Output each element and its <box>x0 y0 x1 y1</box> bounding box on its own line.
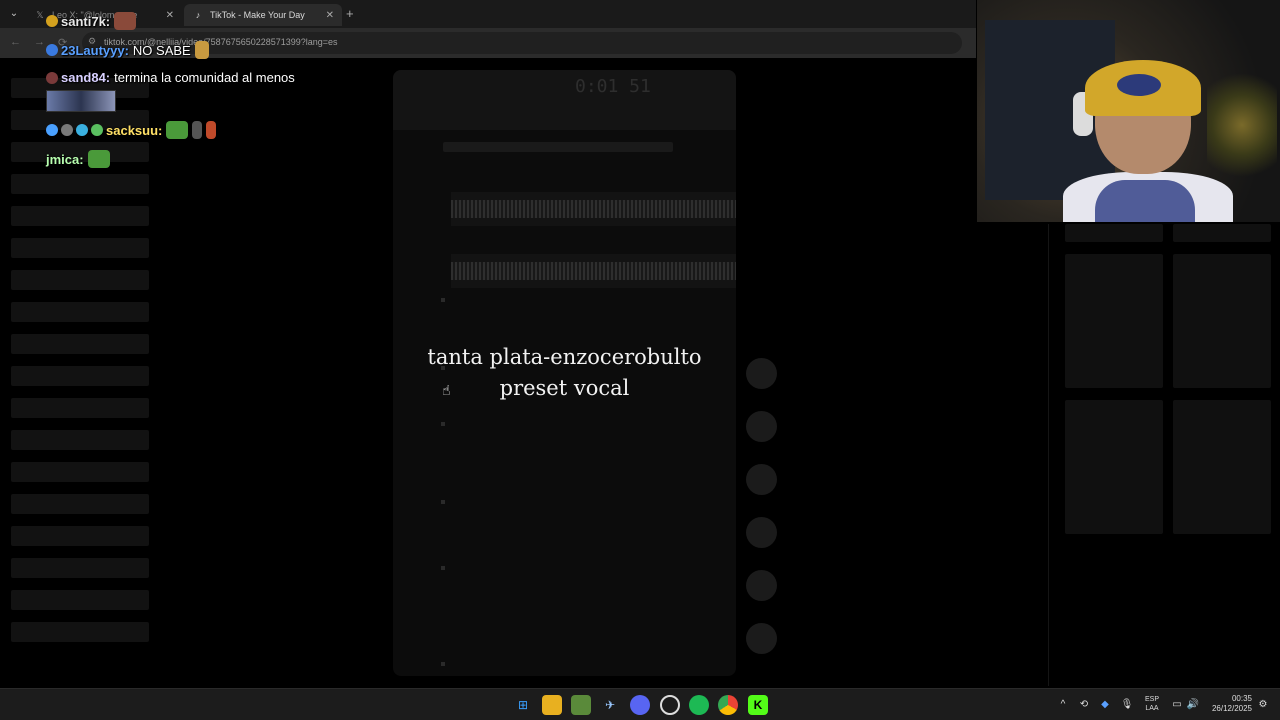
skeleton-row <box>11 526 149 546</box>
chat-username: jmica: <box>46 151 84 167</box>
notification-icon[interactable]: ⚙ <box>1256 698 1270 712</box>
badge-icon <box>46 15 58 27</box>
daw-toolbar: 0:01 51 <box>393 70 736 130</box>
chat-username: sand84: <box>61 70 111 85</box>
skeleton-row <box>11 558 149 578</box>
language-code: ESP <box>1144 696 1159 703</box>
video-player[interactable]: 0:01 51 tanta plata-enzocerobulto preset… <box>393 70 736 676</box>
caption-line-1: tanta plata-enzocerobulto <box>427 345 702 369</box>
badge-icon <box>46 71 58 84</box>
spotify-icon[interactable] <box>689 695 709 715</box>
badge-icon <box>91 124 103 136</box>
windows-start-icon[interactable]: ⊞ <box>513 695 533 715</box>
language-indicator[interactable]: ESP LAA <box>1140 695 1164 713</box>
sync-icon[interactable]: ⟲ <box>1077 698 1091 712</box>
chat-username: sacksuu: <box>106 122 163 138</box>
badge-icon <box>46 44 58 56</box>
stream-chat-overlay: santi7k: 23Lautyyy: NO SABE sand84: term… <box>0 0 360 180</box>
skeleton-row <box>11 238 149 258</box>
skeleton-row <box>11 622 149 642</box>
shield-icon[interactable]: ◆ <box>1098 698 1112 712</box>
skeleton-row <box>11 334 149 354</box>
chat-message: santi7k: <box>46 12 137 30</box>
time: 00:35 <box>1231 694 1252 703</box>
skeleton-row <box>11 430 149 450</box>
emote-icon <box>206 121 217 139</box>
chat-message: sand84: termina la comunidad al menos <box>46 70 295 85</box>
chevron-up-icon[interactable]: ^ <box>1056 698 1070 712</box>
skeleton-row <box>11 462 149 482</box>
clock[interactable]: 00:35 26/12/2025 <box>1204 694 1252 714</box>
comment-button[interactable] <box>746 411 777 442</box>
chat-text: NO SABE <box>132 42 191 58</box>
kick-icon[interactable]: K <box>748 695 768 715</box>
chat-username: santi7k: <box>61 13 111 29</box>
audio-track-1 <box>451 192 736 226</box>
volume-icon[interactable]: 🔊 <box>1186 698 1200 712</box>
steam-icon[interactable]: ✈ <box>600 695 620 715</box>
chat-message: jmica: <box>46 150 110 168</box>
share-button[interactable] <box>746 517 777 548</box>
waveform <box>451 200 736 218</box>
jersey-trim <box>1095 180 1195 222</box>
skeleton-row <box>11 590 149 610</box>
badge-icon <box>76 124 88 136</box>
emote-image <box>46 90 116 112</box>
music-button[interactable] <box>746 623 777 654</box>
track-marker <box>441 298 445 302</box>
date: 26/12/2025 <box>1211 704 1252 713</box>
network-icon[interactable]: ▭ <box>1170 698 1184 712</box>
pepe-emote-icon <box>87 150 110 168</box>
track-marker <box>441 500 445 504</box>
layout-code: LAA <box>1145 705 1159 712</box>
christmas-tree-lights <box>1207 60 1277 190</box>
emote-icon <box>114 12 137 30</box>
skeleton-cell <box>1173 400 1271 534</box>
video-action-buttons <box>746 358 778 676</box>
beanie-logo <box>1117 74 1161 96</box>
emote-icon <box>192 121 203 139</box>
windows-taskbar: ⊞ ✈ K ^ ⟲ ◆ 🎙 ESP LAA ▭ 🔊 00:35 26/12/20… <box>0 688 1280 720</box>
pepe-emote-icon <box>166 121 189 139</box>
obs-icon[interactable] <box>660 695 680 715</box>
chat-username: 23Lautyyy: <box>61 42 129 58</box>
divider <box>1048 224 1049 686</box>
chat-message: 23Lautyyy: NO SABE <box>46 41 209 59</box>
microphone-icon[interactable]: 🎙 <box>1120 698 1134 712</box>
skeleton-cell <box>1065 400 1163 534</box>
skeleton-row <box>11 398 149 418</box>
skeleton-cell <box>1065 254 1163 388</box>
emote-icon <box>194 41 209 59</box>
skeleton-row <box>11 494 149 514</box>
daw-playlist-header <box>443 142 673 152</box>
like-button[interactable] <box>746 358 777 389</box>
minecraft-icon[interactable] <box>571 695 591 715</box>
chrome-icon[interactable] <box>718 695 738 715</box>
track-marker <box>441 566 445 570</box>
skeleton-row <box>11 206 149 226</box>
sword-badge-icon <box>46 124 58 136</box>
hand-cursor-icon: ☝ <box>442 382 451 398</box>
skeleton-row <box>11 366 149 386</box>
waveform <box>451 262 736 280</box>
chat-message: sacksuu: <box>46 121 217 139</box>
webcam-overlay <box>977 0 1280 222</box>
daw-time-display: 0:01 51 <box>575 76 651 97</box>
more-button[interactable] <box>746 570 777 601</box>
badge-icon <box>61 124 73 136</box>
chat-text: termina la comunidad al menos <box>114 70 295 85</box>
skeleton-row <box>11 270 149 290</box>
track-marker <box>441 662 445 666</box>
skeleton-cell <box>1173 254 1271 388</box>
audio-track-2 <box>451 254 736 288</box>
bookmark-button[interactable] <box>746 464 777 495</box>
track-marker <box>441 422 445 426</box>
skeleton-cell <box>1173 224 1271 242</box>
skeleton-cell <box>1065 224 1163 242</box>
file-explorer-icon[interactable] <box>542 695 562 715</box>
discord-icon[interactable] <box>630 695 650 715</box>
skeleton-row <box>11 302 149 322</box>
